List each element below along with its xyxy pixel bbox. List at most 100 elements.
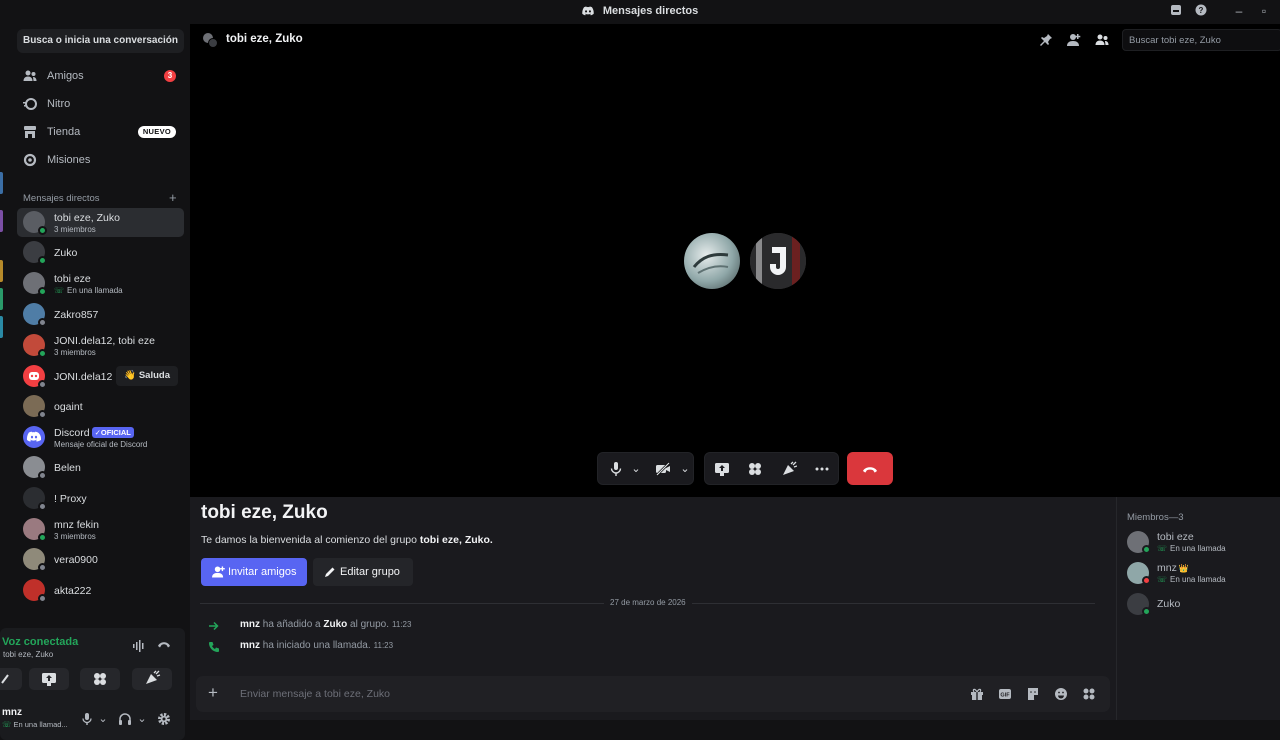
dm-item[interactable]: JONI.dela12 👋 Saluda — [17, 362, 184, 391]
gift-icon[interactable] — [970, 687, 984, 701]
nav-nitro[interactable]: Nitro — [17, 91, 184, 117]
shop-icon — [24, 126, 36, 138]
noise-suppression-icon[interactable] — [132, 640, 146, 654]
call-started-phone-icon — [209, 642, 219, 652]
message-composer: + Enviar mensaje a tobi eze, Zuko GIF — [196, 676, 1110, 712]
dm-subtitle: 3 miembros — [54, 532, 96, 541]
dm-item[interactable]: tobi eze, Zuko 3 miembros — [17, 208, 184, 237]
dm-name: tobi eze, Zuko — [54, 212, 120, 224]
dm-item[interactable]: ogaint — [17, 392, 184, 421]
dm-name-text: vera0900 — [54, 554, 98, 566]
minimize-icon[interactable]: – — [1232, 4, 1246, 18]
member-status: ☏ En una llamada — [1157, 575, 1226, 584]
system-message-call: mnz ha iniciado una llamada. 11:23 — [240, 640, 393, 651]
message-input[interactable]: Enviar mensaje a tobi eze, Zuko — [240, 688, 390, 700]
nav-shop[interactable]: Tienda NUEVO — [17, 119, 184, 145]
dm-name-text: Belen — [54, 462, 81, 474]
dm-item[interactable]: Discord ✓OFICIAL Mensaje oficial de Discor… — [17, 423, 184, 452]
dm-item[interactable]: tobi eze ☏ En una llamada — [17, 269, 184, 298]
dm-name-text: akta222 — [54, 585, 92, 597]
find-conversation-button[interactable]: Busca o inicia una conversación — [17, 29, 184, 53]
status-indicator — [1142, 576, 1151, 585]
participant-avatar-tobi-eze[interactable] — [750, 233, 806, 289]
member-name: tobi eze — [1157, 531, 1194, 543]
members-header: Miembros—3 — [1127, 512, 1184, 523]
dm-name-text: Zakro857 — [54, 309, 99, 321]
status-indicator — [38, 287, 47, 296]
dm-item[interactable]: Zuko — [17, 238, 184, 267]
soundboard-button[interactable] — [132, 668, 172, 690]
microphone-icon[interactable] — [608, 461, 624, 477]
wave-icon: 👋 — [124, 370, 139, 381]
voice-connected-label[interactable]: Voz conectada — [2, 636, 78, 648]
new-badge: NUEVO — [137, 126, 176, 138]
dm-item[interactable]: mnz fekin 3 miembros — [17, 515, 184, 544]
invite-friends-button[interactable]: Invitar amigos — [201, 558, 307, 586]
sticker-icon[interactable] — [1026, 687, 1040, 701]
inbox-icon[interactable] — [1170, 4, 1184, 18]
emoji-icon[interactable] — [1054, 687, 1068, 701]
add-friends-to-dm-icon[interactable] — [1067, 33, 1081, 47]
message-text-end: al grupo. — [347, 619, 389, 630]
dm-item[interactable]: ! Proxy — [17, 484, 184, 513]
message-user[interactable]: mnz — [240, 640, 260, 651]
more-options-icon[interactable] — [814, 461, 830, 477]
pinned-messages-icon[interactable] — [1039, 33, 1053, 47]
user-name[interactable]: mnz — [2, 707, 22, 718]
member-item[interactable]: mnz 👑 ☏ En una llamada — [1127, 560, 1277, 588]
mic-options-chevron-icon[interactable]: ⌄ — [628, 461, 644, 477]
member-list-panel: Miembros—3 tobi eze ☏ En una llamada mnz 👑 ☏ E… — [1116, 497, 1280, 720]
activities-button[interactable] — [80, 668, 120, 690]
camera-button[interactable] — [0, 668, 22, 690]
dm-item[interactable]: Zakro857 — [17, 300, 184, 329]
dm-subtitle-text: En una llamada — [67, 286, 123, 295]
member-item[interactable]: tobi eze ☏ En una llamada — [1127, 529, 1277, 557]
message-text: ha añadido a — [260, 619, 324, 630]
attach-plus-icon[interactable]: + — [208, 683, 218, 703]
camera-options-chevron-icon[interactable]: ⌄ — [677, 461, 693, 477]
search-input[interactable]: Buscar tobi eze, Zuko — [1122, 29, 1280, 51]
create-dm-icon[interactable]: + — [169, 190, 177, 205]
edit-group-button[interactable]: Editar grupo — [313, 558, 413, 586]
headset-icon[interactable] — [118, 712, 132, 726]
hang-up-icon — [863, 467, 877, 473]
nav-friends[interactable]: Amigos 3 — [17, 63, 184, 89]
maximize-icon[interactable]: ▫ — [1257, 4, 1271, 18]
activities-icon[interactable] — [747, 461, 763, 477]
user-status: ☏ En una llamad... — [2, 720, 68, 729]
dm-item[interactable]: akta222 — [17, 576, 184, 605]
discord-logo-icon — [582, 6, 594, 16]
headset-options-chevron-icon[interactable]: ⌄ — [135, 712, 149, 726]
voice-channel-name[interactable]: tobi eze, Zuko — [3, 650, 53, 659]
help-icon[interactable]: ? — [1195, 4, 1209, 18]
camera-off-icon[interactable] — [655, 461, 671, 477]
gif-icon[interactable]: GIF — [998, 687, 1012, 701]
member-item[interactable]: Zuko — [1127, 591, 1277, 619]
settings-gear-icon[interactable] — [157, 712, 171, 726]
share-screen-icon[interactable] — [714, 461, 730, 477]
member-list-icon[interactable] — [1095, 33, 1109, 47]
mic-camera-controls: ⌄ ⌄ — [597, 452, 694, 485]
dm-name-text: ogaint — [54, 401, 83, 413]
disconnect-icon[interactable] — [157, 640, 171, 654]
disconnect-call-button[interactable] — [847, 452, 893, 485]
message-target-user[interactable]: Zuko — [323, 619, 347, 630]
share-screen-button[interactable] — [29, 668, 69, 690]
dm-item[interactable]: JONI.dela12, tobi eze 3 miembros — [17, 331, 184, 360]
participant-avatar-mnz[interactable] — [684, 233, 740, 289]
welcome-prefix: Te damos la bienvenida al comienzo del g… — [201, 534, 420, 546]
mic-options-chevron-icon[interactable]: ⌄ — [96, 712, 110, 726]
status-indicator — [38, 380, 47, 389]
status-indicator — [38, 594, 47, 603]
message-user[interactable]: mnz — [240, 619, 260, 630]
mute-mic-icon[interactable] — [80, 712, 94, 726]
status-indicator — [1142, 545, 1151, 554]
svg-text:GIF: GIF — [1000, 693, 1010, 699]
apps-icon[interactable] — [1082, 687, 1096, 701]
dm-item[interactable]: Belen — [17, 453, 184, 482]
dm-item[interactable]: vera0900 — [17, 545, 184, 574]
soundboard-icon[interactable] — [781, 461, 797, 477]
nav-quests[interactable]: Misiones — [17, 147, 184, 173]
system-message-added: mnz ha añadido a Zuko al grupo. 11:23 — [240, 619, 411, 630]
wave-button[interactable]: 👋 Saluda — [116, 366, 178, 386]
